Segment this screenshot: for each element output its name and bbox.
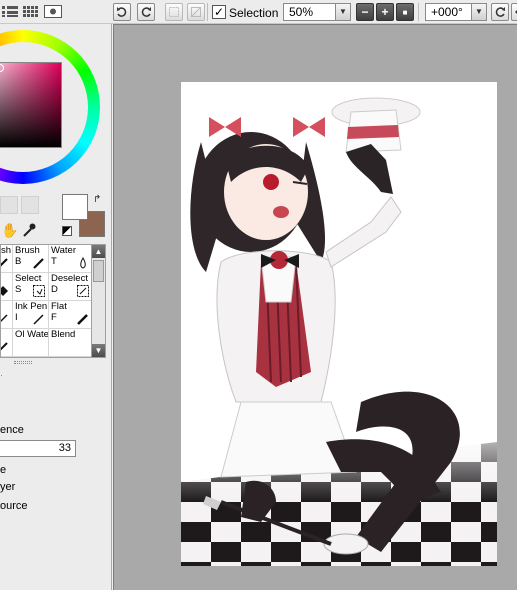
reset-colors-icon[interactable] xyxy=(62,226,72,236)
option-label: yer xyxy=(0,481,16,493)
main-toolbar: ✓ Selection 50% ▼ − + ■ +000° ▼ xyxy=(0,0,517,24)
panel-indicator: · xyxy=(0,370,3,380)
zoom-in-button[interactable]: + xyxy=(376,3,394,21)
hand-icon[interactable]: ✋ xyxy=(1,222,18,239)
selection-checkbox[interactable]: ✓ xyxy=(212,5,226,19)
rotation-dropdown[interactable]: +000° ▼ xyxy=(425,3,487,21)
artwork-canvas[interactable] xyxy=(181,82,497,566)
chevron-down-icon: ▼ xyxy=(335,4,350,20)
zoom-value: 50% xyxy=(289,5,314,19)
blend-mode-label: ence xyxy=(0,424,24,436)
option-label: e xyxy=(0,464,7,476)
panel-resize-grip[interactable] xyxy=(14,361,32,364)
tool-partial[interactable] xyxy=(1,329,13,357)
scroll-down-icon[interactable]: ▼ xyxy=(92,344,105,357)
tool-partial[interactable] xyxy=(1,273,13,301)
brush-icon xyxy=(33,258,44,269)
rotate-reset-button[interactable] xyxy=(491,3,509,21)
rotate-reset-icon xyxy=(495,7,505,17)
rotation-value: +000° xyxy=(431,5,463,19)
tool-grid-scrollbar[interactable]: ▲ ▼ xyxy=(91,244,106,358)
tool-grid: sh Brush B Water T Select S Deselect D I… xyxy=(0,244,92,358)
deselect-icon xyxy=(191,7,201,17)
chevron-down-icon: ▼ xyxy=(471,4,486,20)
color-slot-empty[interactable] xyxy=(21,196,39,214)
tool-oil-water[interactable]: Ol Wate xyxy=(13,329,49,357)
scroll-up-icon[interactable]: ▲ xyxy=(92,245,105,258)
foreground-color-swatch[interactable] xyxy=(62,194,88,220)
view-preview-icon[interactable] xyxy=(44,5,62,18)
transform-icon xyxy=(169,7,179,17)
brush-icon xyxy=(1,258,8,267)
tool-deselect[interactable]: Deselect D xyxy=(49,273,91,301)
scrollbar-thumb[interactable] xyxy=(93,260,104,282)
undo-button[interactable] xyxy=(113,3,131,21)
opacity-field[interactable]: 33 xyxy=(0,440,76,457)
tool-select[interactable]: Select S xyxy=(13,273,49,301)
redo-icon xyxy=(141,7,151,17)
saturation-value-square[interactable] xyxy=(0,62,62,148)
select-icon xyxy=(33,285,45,297)
toolbar-separator xyxy=(418,3,419,21)
selection-label: Selection xyxy=(229,6,279,20)
flip-button[interactable] xyxy=(511,3,517,21)
left-tool-panel: ↱ ✋ sh Brush B Water T Select S Deselect… xyxy=(0,24,112,590)
artwork-illustration xyxy=(181,97,497,566)
tool-brush-partial[interactable]: sh xyxy=(1,245,13,273)
flat-brush-icon xyxy=(77,314,88,325)
tool-water[interactable]: Water T xyxy=(49,245,91,273)
redo-button[interactable] xyxy=(137,3,155,21)
tool-flat[interactable]: Flat F xyxy=(49,301,91,329)
tool-brush[interactable]: Brush B xyxy=(13,245,49,273)
deselect-button[interactable] xyxy=(187,3,205,21)
transform-button[interactable] xyxy=(165,3,183,21)
view-grid-icon[interactable] xyxy=(23,5,40,18)
swap-colors-icon[interactable]: ↱ xyxy=(93,194,101,205)
eyedropper-icon[interactable] xyxy=(22,222,36,241)
zoom-out-button[interactable]: − xyxy=(356,3,374,21)
undo-icon xyxy=(117,7,127,17)
zoom-reset-button[interactable]: ■ xyxy=(396,3,414,21)
tool-partial[interactable] xyxy=(1,301,13,329)
brush-icon xyxy=(1,342,8,351)
water-brush-icon xyxy=(80,257,86,269)
color-slot-empty[interactable] xyxy=(0,196,18,214)
option-label: ource xyxy=(0,500,28,512)
tool-ink-pen[interactable]: Ink Pen I xyxy=(13,301,49,329)
diamond-icon xyxy=(1,286,8,296)
toolbar-separator xyxy=(207,3,208,21)
pen-icon xyxy=(1,314,8,323)
deselect-icon xyxy=(77,285,89,297)
zoom-dropdown[interactable]: 50% ▼ xyxy=(283,3,351,21)
ink-pen-icon xyxy=(33,314,44,325)
tool-blend[interactable]: Blend xyxy=(49,329,91,357)
view-list-icon[interactable] xyxy=(2,5,19,18)
